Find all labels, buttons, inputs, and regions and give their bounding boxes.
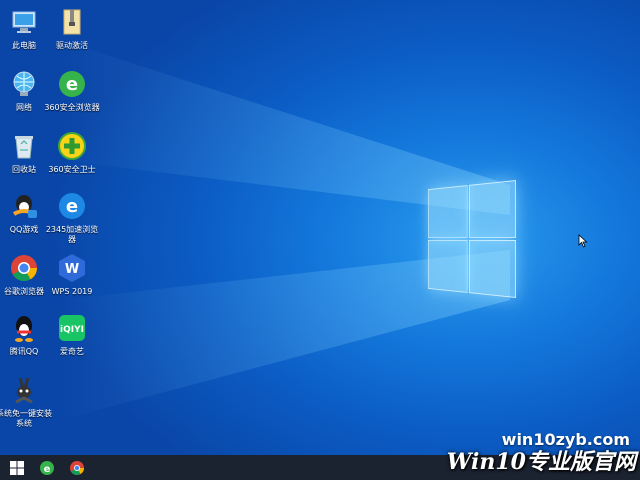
start-button[interactable] [2,455,32,480]
qq-game-icon [8,190,40,222]
360-guard-icon [56,130,88,162]
svg-text:e: e [44,464,51,475]
rabbit-installer-icon [8,374,40,406]
watermark-title: Win10专业版官网 [446,449,636,475]
icon-label: 2345加速浏览器 [45,225,99,244]
windows-start-icon [10,460,24,475]
icon-label: WPS 2019 [51,287,93,296]
svg-text:e: e [66,196,78,217]
chrome-icon [70,460,84,475]
desktop: 此电脑 网络 回收站 QQ游戏 谷歌浏览器 腾讯QQ 系统免一键安装系统 驱动激… [0,0,640,455]
svg-text:iQIYI: iQIYI [60,325,84,335]
svg-text:W: W [65,262,79,277]
360-browser-icon: e [56,68,88,100]
desktop-icon-wps[interactable]: W WPS 2019 [42,252,102,297]
mouse-cursor-icon [578,234,588,248]
qq-penguin-icon [8,312,40,344]
taskbar-chrome[interactable] [62,455,92,480]
desktop-icon-guard-360[interactable]: 360安全卫士 [42,130,102,175]
2345-browser-icon: e [56,190,88,222]
network-globe-icon [8,68,40,100]
icon-label: 驱动激活 [56,41,88,50]
windows-logo [428,180,516,298]
iqiyi-icon: iQIYI [56,312,88,344]
icon-label: 爱奇艺 [60,347,84,356]
computer-icon [8,6,40,38]
chrome-icon [8,252,40,284]
desktop-icon-browser-2345[interactable]: e 2345加速浏览器 [42,190,102,245]
folder-zip-icon [56,6,88,38]
taskbar-360-browser[interactable]: e [32,455,62,480]
desktop-icon-iqiyi[interactable]: iQIYI 爱奇艺 [42,312,102,357]
icon-label: 360安全浏览器 [44,103,100,112]
desktop-icon-browser-360[interactable]: e 360安全浏览器 [42,68,102,113]
icon-label: 360安全卫士 [48,165,96,174]
svg-text:e: e [66,74,78,95]
desktop-icon-driver[interactable]: 驱动激活 [42,6,102,51]
recycle-bin-icon [8,130,40,162]
wps-icon: W [56,252,88,284]
360-browser-icon: e [40,460,54,475]
desktop-icon-one-key-install[interactable]: 系统免一键安装系统 [0,374,54,429]
icon-label: 系统免一键安装系统 [0,409,52,428]
